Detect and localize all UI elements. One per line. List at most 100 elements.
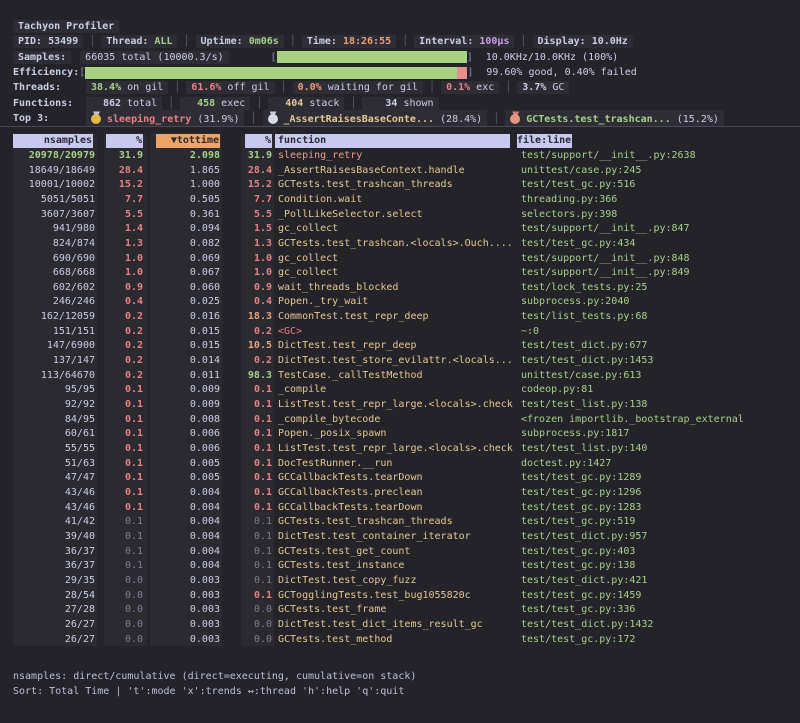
- file-line-cell: threading.py:366: [517, 194, 800, 205]
- table-row[interactable]: 18649/1864928.41.86528.4_AssertRaisesBas…: [0, 163, 800, 178]
- file-line-cell: test/test_dict.py:957: [517, 531, 800, 542]
- nsamples-cell: 602/602: [13, 282, 95, 293]
- tottime-cell: 0.004: [143, 531, 220, 542]
- direct-pct-cell: 0.1: [95, 516, 143, 527]
- table-row[interactable]: 162/120590.20.01618.3CommonTest.test_rep…: [0, 309, 800, 324]
- table-row[interactable]: 36/370.10.0040.1GCTests.test_instancetes…: [0, 558, 800, 573]
- nsamples-cell: 3607/3607: [13, 209, 95, 220]
- table-row[interactable]: 10001/1000215.21.00015.2GCTests.test_tra…: [0, 177, 800, 192]
- tottime-cell: 0.005: [143, 458, 220, 469]
- tottime-cell: 0.069: [143, 253, 220, 264]
- separator: │: [350, 98, 356, 109]
- direct-pct-cell: 28.4: [95, 165, 143, 176]
- table-row[interactable]: 60/610.10.0060.1Popen._posix_spawnsubpro…: [0, 427, 800, 442]
- table-row[interactable]: 28/540.00.0030.1GCTogglingTests.test_bug…: [0, 588, 800, 603]
- table-row[interactable]: 151/1510.20.0150.2<GC>~:0: [0, 324, 800, 339]
- table-row[interactable]: 51/630.10.0050.1DocTestRunner.__rundocte…: [0, 456, 800, 471]
- file-line-cell: test/support/__init__.py:849: [517, 267, 800, 278]
- nsamples-cell: 668/668: [13, 267, 95, 278]
- table-row[interactable]: 27/280.00.0030.0GCTests.test_frametest/t…: [0, 602, 800, 617]
- table-row[interactable]: 43/460.10.0040.1GCCallbackTests.preclean…: [0, 485, 800, 500]
- header-cumulative-pct[interactable]: %: [220, 134, 272, 148]
- table-row[interactable]: 824/8741.30.0821.3GCTests.test_trashcan.…: [0, 236, 800, 251]
- direct-pct-cell: 0.1: [95, 531, 143, 542]
- table-row[interactable]: 43/460.10.0040.1GCCallbackTests.tearDown…: [0, 500, 800, 515]
- tottime-cell: 0.014: [143, 355, 220, 366]
- function-table: nsamples % ▼tottime % function file:line…: [0, 133, 800, 646]
- table-row[interactable]: 668/6681.00.0671.0gc_collecttest/support…: [0, 265, 800, 280]
- file-line-cell: test/test_gc.py:434: [517, 238, 800, 249]
- table-row[interactable]: 47/470.10.0050.1GCCallbackTests.tearDown…: [0, 471, 800, 486]
- tachyon-profiler-window: Tachyon Profiler PID: 53499 │ Thread: AL…: [0, 0, 800, 723]
- table-row[interactable]: 39/400.10.0040.1DictTest.test_container_…: [0, 529, 800, 544]
- header-nsamples[interactable]: nsamples: [13, 134, 95, 148]
- header-file-line[interactable]: file:line: [517, 134, 800, 148]
- tottime-cell: 0.015: [143, 340, 220, 351]
- tottime-cell: 0.361: [143, 209, 220, 220]
- header-function[interactable]: function: [272, 134, 517, 148]
- table-row[interactable]: 20978/2097931.92.09831.9sleeping_retryte…: [0, 148, 800, 163]
- direct-pct-cell: 0.1: [95, 458, 143, 469]
- table-row[interactable]: 246/2460.40.0250.4Popen._try_waitsubproc…: [0, 295, 800, 310]
- direct-pct-cell: 0.1: [95, 399, 143, 410]
- direct-pct-cell: 1.0: [95, 267, 143, 278]
- cumulative-pct-cell: 0.1: [220, 560, 272, 571]
- function-cell: GCCallbackTests.tearDown: [272, 502, 517, 513]
- tottime-cell: 0.009: [143, 384, 220, 395]
- nsamples-cell: 43/46: [13, 502, 95, 513]
- cumulative-pct-cell: 98.3: [220, 370, 272, 381]
- table-row[interactable]: 95/950.10.0090.1_compilecodeop.py:81: [0, 383, 800, 398]
- nsamples-cell: 27/28: [13, 604, 95, 615]
- gold-medal-icon: [91, 111, 102, 124]
- direct-pct-cell: 5.5: [95, 209, 143, 220]
- function-cell: GCTests.test_trashcan_threads: [272, 179, 517, 190]
- table-row[interactable]: 690/6901.00.0691.0gc_collecttest/support…: [0, 251, 800, 266]
- function-cell: CommonTest.test_repr_deep: [272, 311, 517, 322]
- table-row[interactable]: 3607/36075.50.3615.5_PollLikeSelector.se…: [0, 207, 800, 222]
- table-row[interactable]: 26/270.00.0030.0GCTests.test_methodtest/…: [0, 632, 800, 647]
- cumulative-pct-cell: 0.0: [220, 634, 272, 645]
- header-tottime-sorted[interactable]: ▼tottime: [143, 134, 220, 148]
- table-row[interactable]: 36/370.10.0040.1GCTests.test_get_countte…: [0, 544, 800, 559]
- table-row[interactable]: 29/350.00.0030.1DictTest.test_copy_fuzzt…: [0, 573, 800, 588]
- cumulative-pct-cell: 15.2: [220, 179, 272, 190]
- file-line-cell: subprocess.py:1817: [517, 428, 800, 439]
- table-row[interactable]: 26/270.00.0030.0DictTest.test_dict_items…: [0, 617, 800, 632]
- function-cell: gc_collect: [272, 267, 517, 278]
- efficiency-failed-segment: [457, 67, 467, 79]
- nsamples-cell: 26/27: [13, 619, 95, 630]
- bronze-medal-icon: [510, 111, 521, 124]
- table-row[interactable]: 941/9801.40.0941.5gc_collecttest/support…: [0, 221, 800, 236]
- divider: [0, 126, 800, 127]
- table-row[interactable]: 84/950.10.0080.1_compile_bytecode<frozen…: [0, 412, 800, 427]
- direct-pct-cell: 0.1: [95, 546, 143, 557]
- table-row[interactable]: 41/420.10.0040.1GCTests.test_trashcan_th…: [0, 514, 800, 529]
- file-line-cell: test/test_dict.py:1453: [517, 355, 800, 366]
- pid-field: PID: 53499: [13, 35, 83, 48]
- table-row[interactable]: 55/550.10.0060.1ListTest.test_repr_large…: [0, 441, 800, 456]
- table-row[interactable]: 5051/50517.70.5057.7Condition.waitthread…: [0, 192, 800, 207]
- function-cell: GCTogglingTests.test_bug1055820c: [272, 590, 517, 601]
- cumulative-pct-cell: 0.1: [220, 384, 272, 395]
- header-direct-pct[interactable]: %: [95, 134, 143, 148]
- functions-line: Functions: 862 total │ 458 exec │ 404 st…: [0, 95, 800, 110]
- file-line-cell: test/test_gc.py:172: [517, 634, 800, 645]
- status-bar: PID: 53499 │ Thread: ALL │ Uptime: 0m06s…: [0, 34, 800, 49]
- table-row[interactable]: 602/6020.90.0600.9wait_threads_blockedte…: [0, 280, 800, 295]
- table-row[interactable]: 113/646700.20.01198.3TestCase._callTestM…: [0, 368, 800, 383]
- time-field: Time: 18:26:55: [302, 35, 396, 48]
- table-row[interactable]: 147/69000.20.01510.5DictTest.test_repr_d…: [0, 339, 800, 354]
- table-row[interactable]: 137/1470.20.0140.2DictTest.test_store_ev…: [0, 353, 800, 368]
- direct-pct-cell: 0.1: [95, 443, 143, 454]
- tottime-cell: 0.004: [143, 560, 220, 571]
- direct-pct-cell: 0.1: [95, 502, 143, 513]
- samples-line: Samples: 66035 total (10000.3/s) [] 10.0…: [0, 50, 800, 65]
- function-cell: Condition.wait: [272, 194, 517, 205]
- nsamples-cell: 47/47: [13, 472, 95, 483]
- separator: │: [429, 82, 435, 93]
- separator: │: [505, 82, 511, 93]
- thread-field[interactable]: Thread: ALL: [101, 35, 177, 48]
- table-row[interactable]: 92/920.10.0090.1ListTest.test_repr_large…: [0, 397, 800, 412]
- table-body: 20978/2097931.92.09831.9sleeping_retryte…: [0, 148, 800, 646]
- file-line-cell: test/test_list.py:138: [517, 399, 800, 410]
